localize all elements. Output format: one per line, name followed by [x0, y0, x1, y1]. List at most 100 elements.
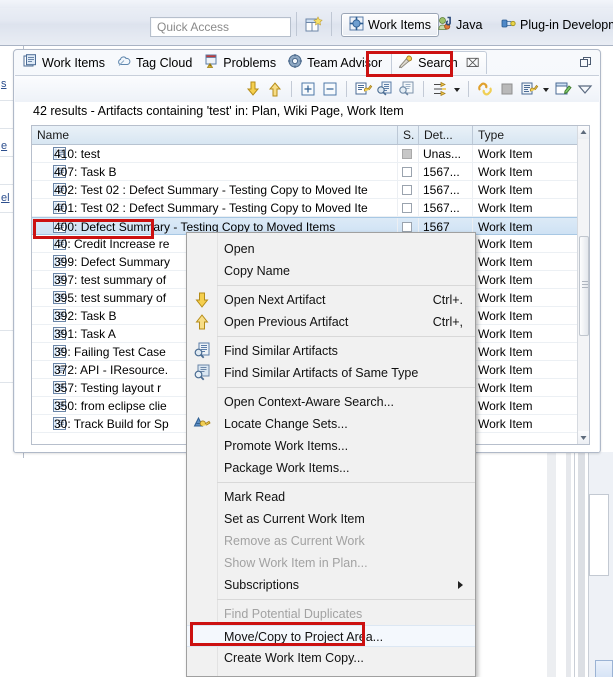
background-divider — [578, 452, 585, 677]
cell-type: Work Item — [478, 291, 533, 305]
cell-type: Work Item — [478, 363, 533, 377]
scrollbar-thumb[interactable] — [579, 236, 589, 336]
cell-type: Work Item — [478, 327, 533, 341]
new-search-icon[interactable] — [553, 79, 573, 99]
tab-label: Tag Cloud — [135, 55, 193, 70]
menu-item-mark-read[interactable]: Mark Read — [187, 486, 475, 508]
menu-item-label: Create Work Item Copy... — [224, 651, 364, 665]
menu-item-label: Open — [224, 242, 255, 256]
cell-type: Work Item — [478, 165, 533, 179]
quick-access-input[interactable]: Quick Access — [150, 17, 291, 37]
menu-item-package-work-items[interactable]: Package Work Items... — [187, 457, 475, 479]
menu-item-subscriptions[interactable]: Subscriptions — [187, 574, 475, 596]
menu-item-locate-change-sets[interactable]: Locate Change Sets... — [187, 413, 475, 435]
menu-item-find-similar-artifacts[interactable]: Find Similar Artifacts — [187, 340, 475, 362]
coolbar-top-strip — [0, 0, 613, 8]
menu-item-open-next-artifact[interactable]: Open Next Artifact Ctrl+. — [187, 289, 475, 311]
link-with-editor-icon[interactable] — [475, 79, 495, 99]
menu-item-label: Mark Read — [224, 490, 286, 504]
cell-details: Unas... — [419, 145, 473, 162]
search-view-toolbar — [15, 76, 599, 102]
close-icon[interactable]: ⌧ — [466, 57, 480, 69]
status-checkbox[interactable] — [402, 167, 412, 177]
run-query-icon[interactable] — [353, 79, 373, 99]
menu-separator — [217, 285, 475, 286]
table-row[interactable]: 402: Test 02 : Defect Summary - Testing … — [32, 181, 577, 199]
scroll-down-arrow-icon[interactable] — [578, 431, 589, 444]
screenshot-root: s e el Quick Access Work Items Java Plug… — [0, 0, 613, 677]
tab-work-items[interactable]: Work Items — [17, 51, 111, 74]
menu-item-create-work-item-copy[interactable]: Create Work Item Copy... — [187, 647, 475, 669]
previous-searches-icon[interactable] — [519, 79, 539, 99]
show-previous-match-icon[interactable] — [265, 79, 285, 99]
table-row[interactable]: 410: test Unas... Work Item — [32, 145, 577, 163]
menu-item-label: Set as Current Work Item — [224, 512, 365, 526]
show-next-match-icon[interactable] — [243, 79, 263, 99]
menu-item-set-as-current-work-item[interactable]: Set as Current Work Item — [187, 508, 475, 530]
plugin-development-perspective-icon — [501, 16, 516, 34]
menu-item-open[interactable]: Open — [187, 238, 475, 260]
cell-details: 1567... — [419, 199, 473, 216]
tab-tag-cloud[interactable]: Tag Cloud — [111, 51, 198, 74]
toolbar-separator-2 — [346, 81, 347, 97]
tab-search[interactable]: Search ⌧ — [391, 51, 487, 74]
find-similar-icon — [193, 342, 211, 360]
menu-item-promote-work-items[interactable]: Promote Work Items... — [187, 435, 475, 457]
status-checkbox[interactable] — [402, 149, 412, 159]
menu-item-accelerator: Ctrl+, — [432, 315, 463, 329]
menu-item-label: Locate Change Sets... — [224, 417, 348, 431]
perspective-java[interactable]: Java — [430, 13, 489, 37]
view-menu-icon[interactable] — [575, 79, 595, 99]
column-header-s[interactable]: S. — [398, 126, 419, 144]
expand-all-icon[interactable] — [298, 79, 318, 99]
status-checkbox[interactable] — [402, 222, 412, 232]
flat-layout-icon[interactable] — [430, 79, 450, 99]
menu-item-find-similar-artifacts-of-same-type[interactable]: Find Similar Artifacts of Same Type — [187, 362, 475, 384]
menu-item-move-copy-to-project-area[interactable]: Move/Copy to Project Area... — [187, 625, 475, 647]
menu-item-label: Find Similar Artifacts of Same Type — [224, 366, 419, 380]
cell-name: 410: test — [32, 145, 398, 162]
stop-search-icon[interactable] — [497, 79, 517, 99]
maximize-view-icon[interactable] — [580, 57, 592, 68]
context-menu-items: Open Copy Name Open Next Artifact Ctrl+. Ope… — [187, 233, 475, 669]
collapse-all-icon[interactable] — [320, 79, 340, 99]
locate-change-sets-icon — [193, 415, 211, 433]
status-checkbox[interactable] — [402, 203, 412, 213]
status-checkbox[interactable] — [402, 185, 412, 195]
column-header-type[interactable]: Type — [473, 126, 577, 144]
cell-type: Work Item — [478, 345, 533, 359]
background-editor-tab[interactable] — [595, 660, 613, 677]
new-perspective-icon[interactable] — [303, 14, 325, 36]
cell-status — [398, 199, 419, 216]
tab-problems[interactable]: Problems — [198, 51, 282, 74]
tab-label: Team Advisor — [307, 55, 383, 70]
search-pin-icon — [398, 55, 413, 72]
menu-item-copy-name[interactable]: Copy Name — [187, 260, 475, 282]
problems-icon — [204, 54, 218, 71]
background-outline-box — [589, 494, 609, 576]
table-row[interactable]: 407: Task B 1567... Work Item — [32, 163, 577, 181]
scroll-up-arrow-icon[interactable] — [578, 126, 589, 139]
column-header-name[interactable]: Name — [32, 126, 398, 144]
layout-dropdown-arrow-icon[interactable] — [452, 80, 462, 98]
tab-team-advisor[interactable]: Team Advisor — [282, 51, 388, 74]
table-row[interactable]: 401: Test 02 : Defect Summary - Testing … — [32, 199, 577, 217]
perspective-plugin-development[interactable]: Plug-in Developmen — [494, 13, 613, 37]
cell-details: 1567... — [419, 181, 473, 198]
menu-separator — [217, 482, 475, 483]
menu-item-label: Open Context-Aware Search... — [224, 395, 394, 409]
menu-separator — [217, 336, 475, 337]
search-history-icon[interactable] — [375, 79, 395, 99]
previous-searches-dropdown-arrow-icon[interactable] — [541, 80, 551, 98]
cell-type: Work Item — [478, 273, 533, 287]
cell-type: Work Item — [478, 381, 533, 395]
column-header-det[interactable]: Det... — [419, 126, 473, 144]
menu-item-open-context-aware-search[interactable]: Open Context-Aware Search... — [187, 391, 475, 413]
menu-item-label: Remove as Current Work — [224, 534, 365, 548]
similar-search-icon[interactable] — [397, 79, 417, 99]
menu-item-label: Show Work Item in Plan... — [224, 556, 368, 570]
perspective-work-items[interactable]: Work Items — [341, 13, 439, 37]
table-vertical-scrollbar[interactable] — [577, 126, 589, 444]
context-menu[interactable]: Open Copy Name Open Next Artifact Ctrl+. Ope… — [186, 232, 476, 677]
menu-item-open-previous-artifact[interactable]: Open Previous Artifact Ctrl+, — [187, 311, 475, 333]
